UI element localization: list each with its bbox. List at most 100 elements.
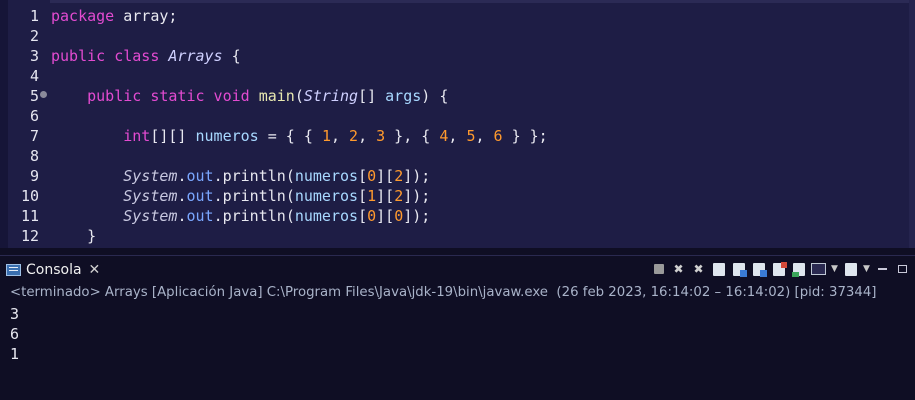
chevron-down-icon[interactable]: ▼ xyxy=(862,261,871,278)
line-number: 11 xyxy=(20,207,39,225)
editor-tabs-strip xyxy=(0,0,915,3)
close-icon[interactable]: ✕ xyxy=(89,262,101,278)
output-line: 3 xyxy=(10,305,20,323)
code-text: } xyxy=(87,227,97,245)
method-name: println xyxy=(222,207,286,225)
line-number: 6 xyxy=(29,107,39,125)
line-number: 2 xyxy=(29,27,39,45)
code-line-3[interactable]: public class Arrays { xyxy=(51,46,241,66)
show-on-stderr-icon[interactable] xyxy=(770,261,787,278)
code-line-7[interactable]: int[][] numeros = { { 1, 2, 3 }, { 4, 5,… xyxy=(51,126,548,146)
override-marker-icon[interactable] xyxy=(40,91,47,98)
line-number: 10 xyxy=(20,187,39,205)
variable-name: numeros xyxy=(294,187,359,205)
editor-scrollbar[interactable] xyxy=(909,0,915,248)
display-console-icon[interactable] xyxy=(810,261,827,278)
line-number: 9 xyxy=(29,167,39,185)
line-number: 5 xyxy=(29,87,39,105)
code-text: [ xyxy=(358,187,368,205)
class-name: System xyxy=(123,167,178,185)
code-text: [ xyxy=(358,207,368,225)
show-on-stdout-icon[interactable] xyxy=(750,261,767,278)
pin-console-icon[interactable] xyxy=(790,261,807,278)
scroll-lock-icon[interactable] xyxy=(710,261,727,278)
line-number: 1 xyxy=(29,7,39,25)
class-name: System xyxy=(123,187,178,205)
variable-name: numeros xyxy=(294,167,359,185)
chevron-down-icon[interactable]: ▼ xyxy=(830,261,839,278)
line-number: 4 xyxy=(29,67,39,85)
word-wrap-icon[interactable] xyxy=(730,261,747,278)
console-output[interactable]: 3 6 1 xyxy=(10,304,19,364)
number-literal: 2 xyxy=(349,127,359,145)
output-line: 1 xyxy=(10,345,20,363)
code-text: ( xyxy=(285,167,295,185)
code-text: . xyxy=(213,187,223,205)
number-literal: 1 xyxy=(321,127,331,145)
number-literal: 6 xyxy=(493,127,503,145)
class-name: String xyxy=(303,87,359,105)
code-text: } }; xyxy=(502,127,548,145)
number-literal: 0 xyxy=(367,167,377,185)
field-name: out xyxy=(186,207,214,225)
code-text: ); xyxy=(412,167,431,185)
line-number: 3 xyxy=(29,47,39,65)
keyword: public class xyxy=(51,47,160,65)
line-number: 7 xyxy=(29,127,39,145)
code-line-12[interactable]: } xyxy=(51,226,96,246)
code-line-1[interactable]: package array; xyxy=(51,6,177,26)
line-number: 8 xyxy=(29,147,39,165)
code-text: ) { xyxy=(421,87,449,105)
editor-left-ruler xyxy=(0,0,8,248)
code-text: , xyxy=(448,127,467,145)
code-text: [][] xyxy=(150,127,196,145)
tab-console[interactable]: Consola ✕ xyxy=(6,256,100,284)
code-text: = { { xyxy=(258,127,322,145)
code-text: }, { xyxy=(385,127,440,145)
number-literal: 0 xyxy=(367,207,377,225)
code-text: ); xyxy=(412,187,431,205)
code-text: [ xyxy=(358,167,368,185)
code-text: array; xyxy=(114,7,178,25)
code-text: { xyxy=(222,47,241,65)
code-text: . xyxy=(213,167,223,185)
open-console-icon[interactable] xyxy=(842,261,859,278)
class-name: System xyxy=(123,207,178,225)
code-line-11[interactable]: System.out.println(numeros[0][0]); xyxy=(51,206,430,226)
number-literal: 2 xyxy=(394,167,404,185)
terminate-icon[interactable] xyxy=(650,261,667,278)
output-line: 6 xyxy=(10,325,20,343)
line-number: 12 xyxy=(20,227,39,245)
code-line-9[interactable]: System.out.println(numeros[0][2]); xyxy=(51,166,430,186)
code-line-5[interactable]: public static void main(String[] args) { xyxy=(51,86,448,106)
keyword: int xyxy=(123,127,151,145)
code-text: , xyxy=(358,127,377,145)
maximize-icon[interactable] xyxy=(894,261,911,278)
minimize-icon[interactable] xyxy=(874,261,891,278)
number-literal: 2 xyxy=(394,187,404,205)
code-text: ][ xyxy=(376,207,395,225)
code-editor[interactable]: 1 2 3 4 5 6 7 8 9 10 11 12 package array… xyxy=(0,0,915,248)
code-line-10[interactable]: System.out.println(numeros[1][2]); xyxy=(51,186,430,206)
method-name: println xyxy=(222,187,286,205)
field-name: out xyxy=(186,187,214,205)
remove-all-terminated-icon[interactable]: ✖ xyxy=(690,261,707,278)
code-text: ( xyxy=(294,87,304,105)
console-icon xyxy=(6,264,21,276)
code-text: ][ xyxy=(376,187,395,205)
code-text: ][ xyxy=(376,167,395,185)
console-toolbar: ✖ ✖ ▼ ▼ xyxy=(650,256,911,282)
variable-name: numeros xyxy=(195,127,259,145)
console-status-line: <terminado> Arrays [Aplicación Java] C:\… xyxy=(10,285,877,300)
keyword: public static void xyxy=(87,87,250,105)
remove-launch-icon[interactable]: ✖ xyxy=(670,261,687,278)
code-text: , xyxy=(475,127,494,145)
code-text: , xyxy=(330,127,350,145)
code-text: ] xyxy=(403,187,413,205)
method-name: main xyxy=(258,87,295,105)
code-text: . xyxy=(213,207,223,225)
code-text: ( xyxy=(285,187,295,205)
class-name: Arrays xyxy=(168,47,223,65)
variable-name: numeros xyxy=(294,207,359,225)
number-literal: 3 xyxy=(376,127,386,145)
